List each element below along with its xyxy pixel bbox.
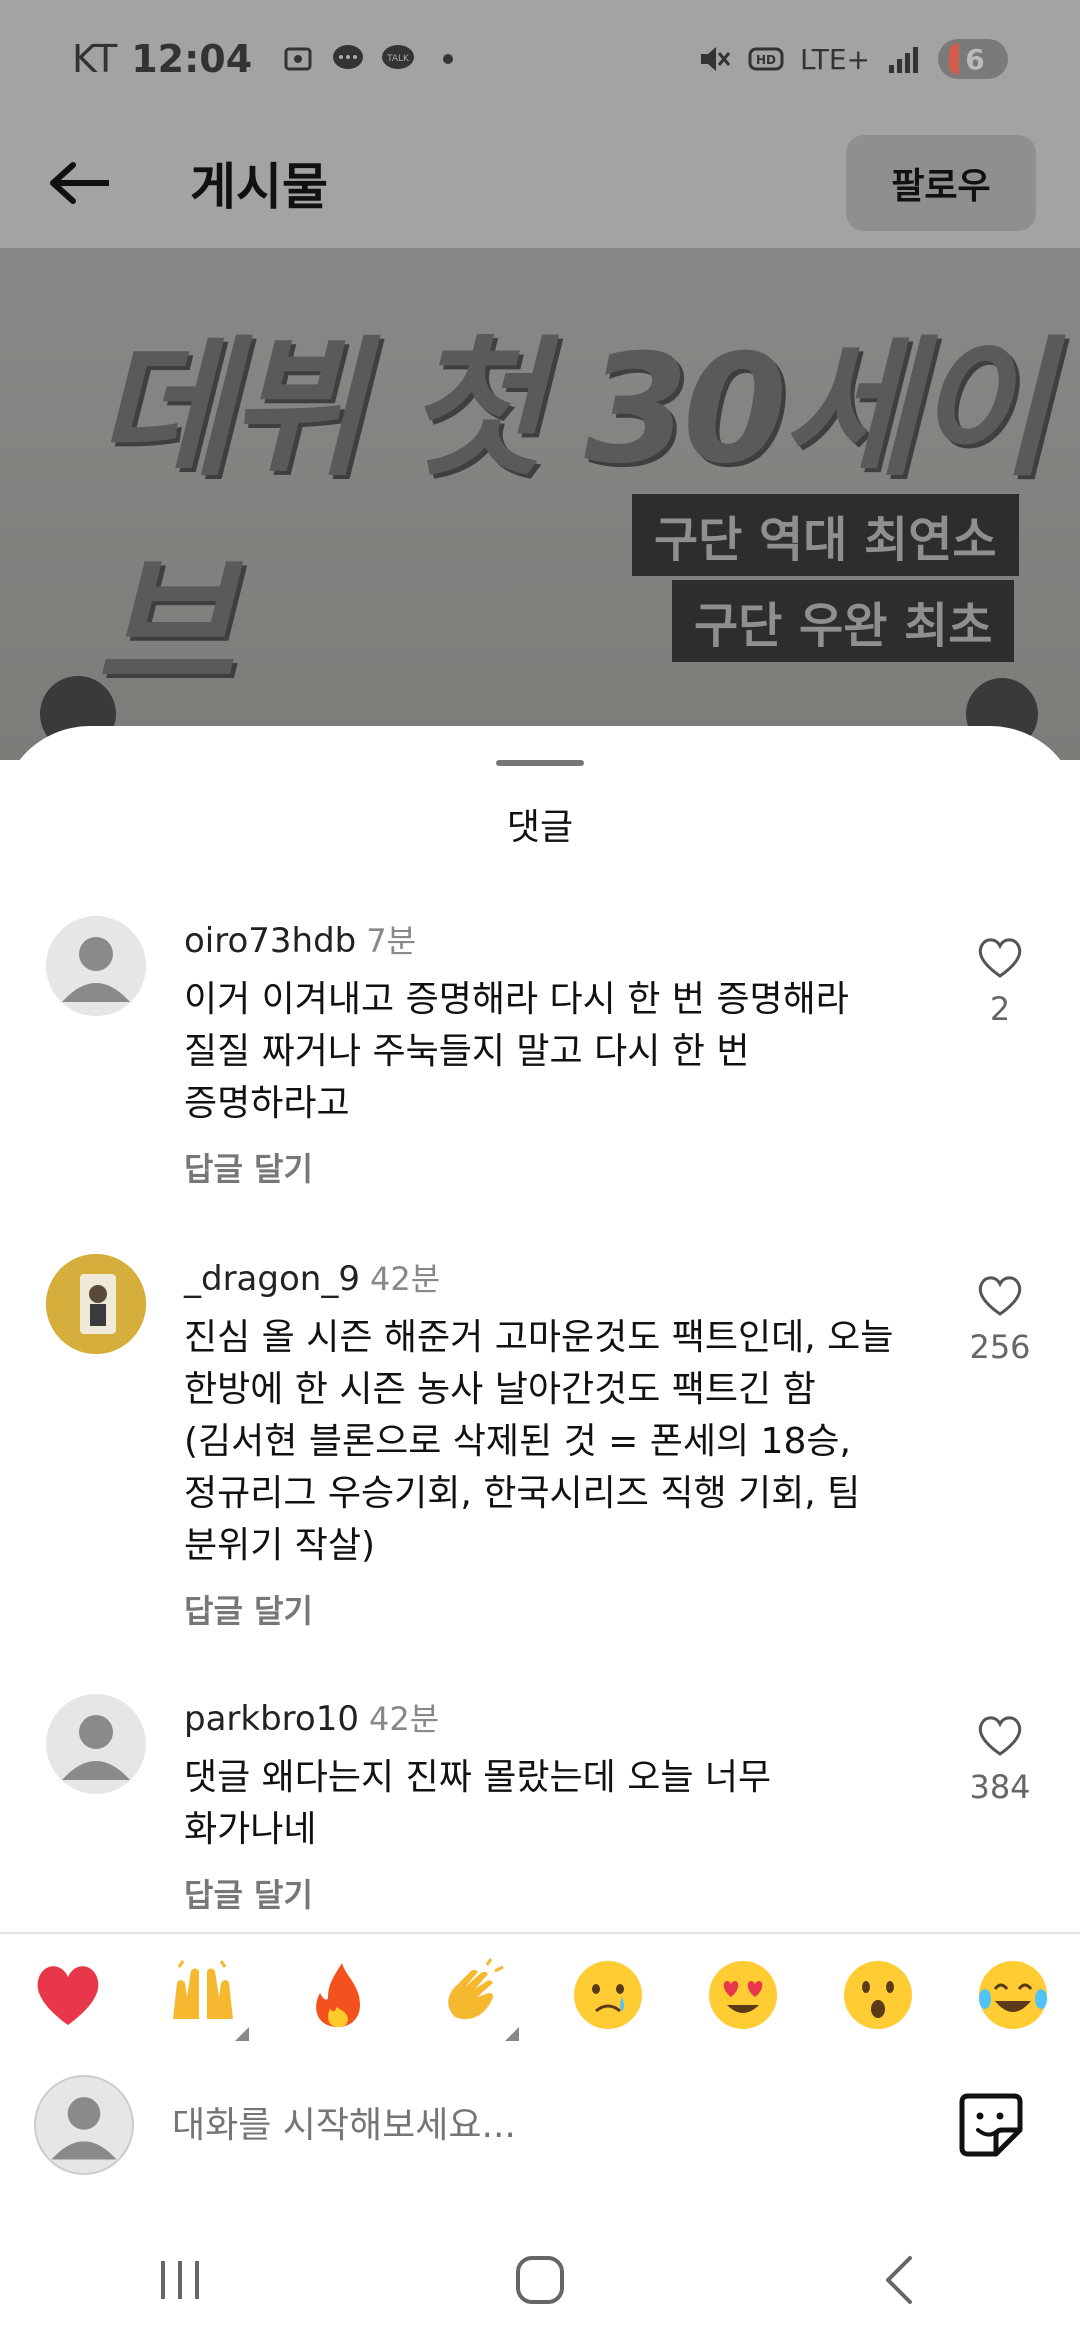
like-button[interactable]: 2 [950, 936, 1050, 1028]
comment-body: _dragon_9 42분 진심 올 시즌 해준거 고마운것도 팩트인데, 오늘 … [184, 1254, 924, 1632]
screen: KT 12:04 TALK HD LTE+ 6 게시물 팔로우 데뷔 첫 30세… [0, 0, 1080, 2340]
back-arrow-icon[interactable] [44, 147, 116, 219]
comment-username[interactable]: oiro73hdb [184, 921, 356, 961]
comment-time: 7분 [366, 922, 417, 960]
avatar[interactable] [46, 1694, 146, 1794]
heart-outline-icon [978, 1276, 1022, 1316]
comment-header: _dragon_9 42분 [184, 1254, 924, 1300]
battery-indicator: 6 [938, 39, 1008, 79]
more-dot-icon [430, 41, 466, 77]
comment-username[interactable]: parkbro10 [184, 1699, 359, 1739]
carrier-label: KT [72, 37, 118, 81]
page-title: 게시물 [190, 158, 328, 216]
comment-text: 이거 이겨내고 증명해라 다시 한 번 증명해라 질질 짜거나 주눅들지 말고 … [184, 979, 849, 1124]
like-count: 2 [989, 990, 1011, 1028]
signal-icon [886, 41, 922, 77]
post-tag-youngest: 구단 역대 최연소 [632, 494, 1019, 576]
network-label: LTE+ [800, 42, 870, 76]
heart-outline-icon [978, 1716, 1022, 1756]
sticker-icon[interactable] [956, 2090, 1026, 2160]
status-left: KT 12:04 TALK [72, 37, 466, 81]
tears-of-joy-face-icon[interactable] [975, 1957, 1051, 2033]
like-button[interactable]: 384 [950, 1714, 1050, 1806]
app-bar: 게시물 팔로우 [0, 118, 1080, 248]
comment-time: 42분 [368, 1700, 440, 1738]
background-overlay[interactable]: KT 12:04 TALK HD LTE+ 6 게시물 팔로우 데뷔 첫 30세… [0, 0, 1080, 760]
system-navigation-bar [0, 2220, 1080, 2340]
comment-text: 진심 올 시즌 해준거 고마운것도 팩트인데, 오늘 한방에 한 시즌 농사 날… [184, 1317, 894, 1566]
post-image[interactable]: 데뷔 첫 30세이브 구단 역대 최연소 구단 우완 최초 [0, 248, 1080, 760]
status-bar: KT 12:04 TALK HD LTE+ 6 [0, 0, 1080, 118]
avatar[interactable] [46, 916, 146, 1016]
comment-input-row [0, 2070, 1080, 2180]
svg-text:HD: HD [756, 53, 776, 67]
heart-outline-icon [978, 938, 1022, 978]
recent-apps-icon[interactable] [140, 2240, 220, 2320]
comment-time: 42분 [369, 1260, 441, 1298]
comment-body: parkbro10 42분 댓글 왜다는지 진짜 몰랐는데 오늘 너무 화가나네 … [184, 1694, 924, 1916]
fire-icon[interactable] [300, 1957, 376, 2033]
follow-button[interactable]: 팔로우 [846, 135, 1036, 231]
notification-icons: TALK [280, 41, 466, 77]
sheet-title: 댓글 [506, 807, 574, 848]
clapping-hands-icon[interactable] [435, 1957, 519, 2041]
nav-back-icon[interactable] [860, 2240, 940, 2320]
raising-hands-icon[interactable] [165, 1957, 249, 2041]
message-icon [330, 41, 366, 77]
reply-button[interactable]: 답글 달기 [184, 1586, 924, 1632]
red-heart-icon[interactable] [30, 1957, 106, 2033]
like-count: 256 [969, 1328, 1031, 1366]
comment-header: parkbro10 42분 [184, 1694, 924, 1740]
home-icon[interactable] [500, 2240, 580, 2320]
avatar[interactable] [46, 1254, 146, 1354]
reply-button[interactable]: 답글 달기 [184, 1144, 924, 1190]
screenshot-icon [280, 41, 316, 77]
comment-header: oiro73hdb 7분 [184, 916, 924, 962]
like-count: 384 [969, 1768, 1031, 1806]
status-right: HD LTE+ 6 [696, 39, 1008, 79]
svg-text:TALK: TALK [386, 54, 410, 64]
comment-input[interactable] [172, 2104, 956, 2146]
comment-username[interactable]: _dragon_9 [184, 1259, 360, 1299]
like-button[interactable]: 256 [950, 1274, 1050, 1366]
kakaotalk-icon: TALK [380, 41, 416, 77]
mute-icon [696, 41, 732, 77]
comment-body: oiro73hdb 7분 이거 이겨내고 증명해라 다시 한 번 증명해라 질질 … [184, 916, 924, 1190]
crying-face-icon[interactable] [570, 1957, 646, 2033]
divider [0, 1932, 1080, 1934]
my-avatar [34, 2075, 134, 2175]
drag-handle[interactable] [496, 760, 584, 766]
surprised-face-icon[interactable] [840, 1957, 916, 2033]
quick-emoji-bar [0, 1950, 1080, 2041]
heart-eyes-face-icon[interactable] [705, 1957, 781, 2033]
comment-text: 댓글 왜다는지 진짜 몰랐는데 오늘 너무 화가나네 [184, 1757, 772, 1850]
clock: 12:04 [131, 37, 253, 81]
reply-button[interactable]: 답글 달기 [184, 1870, 924, 1916]
hd-icon: HD [748, 41, 784, 77]
post-tag-first: 구단 우완 최초 [672, 580, 1015, 662]
